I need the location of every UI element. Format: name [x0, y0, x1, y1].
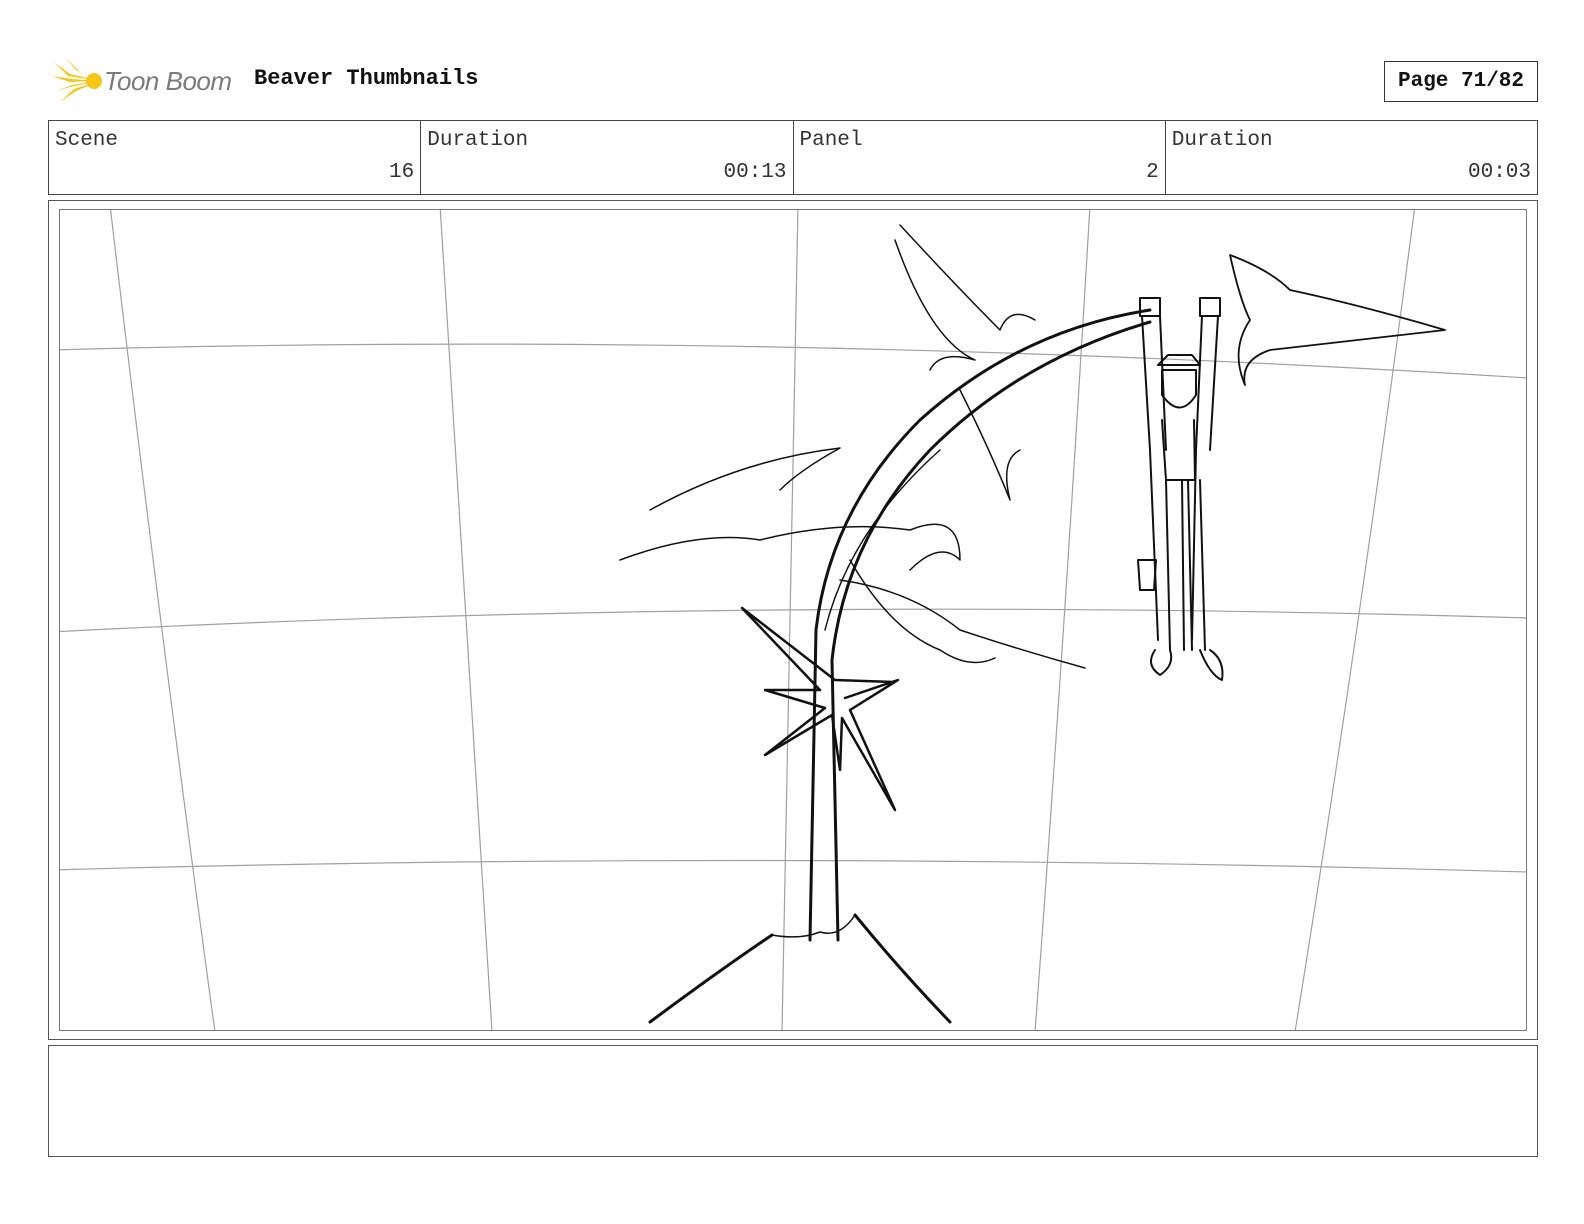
hanging-character-sketch	[1137, 297, 1224, 681]
scene-cell: Scene 16	[49, 121, 422, 194]
notes-box	[48, 1045, 1538, 1157]
page-indicator: Page 71/82	[1384, 61, 1538, 102]
info-row: Scene 16 Duration 00:13 Panel 2 Duration…	[48, 120, 1538, 195]
storyboard-sketch	[60, 210, 1526, 1030]
scene-duration-label: Duration	[427, 129, 529, 152]
toon-boom-logo: Toon Boom	[50, 54, 240, 108]
panel-canvas	[59, 209, 1527, 1031]
scene-label: Scene	[55, 129, 119, 152]
scene-value: 16	[389, 161, 415, 184]
tree-sketch	[619, 224, 1446, 1024]
scene-duration-value: 00:13	[723, 161, 787, 184]
panel-label: Panel	[799, 129, 863, 152]
toon-boom-starburst-icon	[52, 56, 102, 102]
panel-duration-value: 00:03	[1467, 161, 1531, 184]
panel-duration-cell: Duration 00:03	[1166, 121, 1537, 194]
project-title: Beaver Thumbnails	[254, 66, 479, 91]
scene-duration-cell: Duration 00:13	[421, 121, 794, 194]
perspective-grid	[60, 210, 1526, 1030]
panel-frame	[48, 200, 1538, 1040]
panel-duration-label: Duration	[1171, 129, 1273, 152]
panel-value: 2	[1146, 161, 1159, 184]
page-label: Page 71/82	[1397, 70, 1525, 93]
logo-text: Toon Boom	[104, 66, 232, 96]
panel-cell: Panel 2	[794, 121, 1166, 194]
